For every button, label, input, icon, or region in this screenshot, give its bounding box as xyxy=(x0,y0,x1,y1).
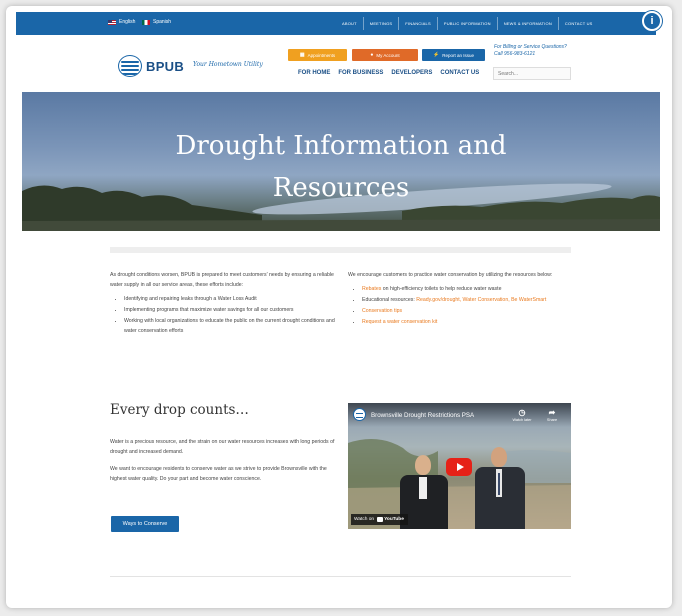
top-nav-public-information[interactable]: PUBLIC INFORMATION xyxy=(436,17,497,30)
list-item: Educational resources: Ready.gov/drought… xyxy=(362,295,572,305)
youtube-label: YouTube xyxy=(384,517,404,522)
channel-avatar[interactable] xyxy=(353,408,366,421)
language-spanish-label: Spanish xyxy=(153,19,172,25)
appointments-label: Appointments xyxy=(307,52,336,58)
watch-later-label: Watch later xyxy=(512,418,532,422)
hero-banner: Drought Information and Resources xyxy=(22,92,660,231)
appointments-button[interactable]: ▦ Appointments xyxy=(288,49,347,61)
left-intro: As drought conditions worsen, BPUB is pr… xyxy=(110,272,334,288)
contact-phone[interactable]: Call 956-983-6121 xyxy=(494,51,567,58)
nav-developers[interactable]: DEVELOPERS xyxy=(391,70,432,76)
list-item: Working with local organizations to educ… xyxy=(124,316,336,336)
video-title[interactable]: Brownsville Drought Restrictions PSA xyxy=(371,412,474,419)
drop-text: Water is a precious resource, and the st… xyxy=(110,437,338,491)
user-icon: ● xyxy=(370,52,374,58)
educational-links[interactable]: Ready.gov/drought, Water Conservation, B… xyxy=(416,297,546,303)
watch-on-youtube-button[interactable]: Watch on YouTube xyxy=(351,514,408,525)
conservation-tips-link[interactable]: Conservation tips xyxy=(362,308,402,314)
top-nav-contact-us[interactable]: CONTACT US xyxy=(557,17,599,30)
my-account-button[interactable]: ● My Account xyxy=(352,49,418,61)
efforts-list: Identifying and repairing leaks through … xyxy=(110,294,336,336)
drop-paragraph-2: We want to encourage residents to conser… xyxy=(110,466,327,482)
youtube-logo-icon: YouTube xyxy=(377,517,404,522)
top-nav: ABOUT MEETINGS FINANCIALS PUBLIC INFORMA… xyxy=(336,12,599,35)
search-input[interactable] xyxy=(493,67,571,80)
video-person-man xyxy=(470,443,530,529)
page-title: Drought Information and Resources xyxy=(22,125,660,209)
top-nav-about[interactable]: ABOUT xyxy=(336,17,363,30)
video-embed[interactable]: Brownsville Drought Restrictions PSA ◷ Wa… xyxy=(348,403,571,529)
top-bar: English Spanish ABOUT MEETINGS FINANCIAL… xyxy=(16,12,656,35)
report-issue-button[interactable]: ⚡ Report an Issue xyxy=(422,49,485,61)
section-divider xyxy=(110,247,571,253)
share-button[interactable]: ➦ Share xyxy=(540,408,564,422)
page-title-line-2: Resources xyxy=(272,173,410,203)
rebates-text: on high-efficiency toilets to help reduc… xyxy=(381,286,502,292)
language-english[interactable]: English xyxy=(108,19,135,25)
us-flag-icon xyxy=(108,19,116,25)
bolt-icon: ⚡ xyxy=(432,52,440,58)
logo[interactable]: BPUB xyxy=(118,55,184,77)
footer-divider xyxy=(110,576,571,577)
tagline: Your Hometown Utility xyxy=(193,61,263,68)
list-item: Request a water conservation kit xyxy=(362,317,572,327)
language-english-label: English xyxy=(119,19,136,25)
list-item: Rebates on high-efficiency toilets to he… xyxy=(362,284,572,294)
right-column: We encourage customers to practice water… xyxy=(348,270,572,328)
play-button-icon[interactable] xyxy=(446,458,472,476)
section-heading: Every drop counts… xyxy=(110,402,249,418)
nav-for-business[interactable]: FOR BUSINESS xyxy=(338,70,383,76)
contact-line-1: For Billing or Service Questions? xyxy=(494,44,567,50)
mexico-flag-icon xyxy=(142,19,150,25)
top-nav-meetings[interactable]: MEETINGS xyxy=(362,17,399,30)
nav-for-home[interactable]: FOR HOME xyxy=(298,70,330,76)
educational-text: Educational resources: xyxy=(362,297,417,303)
left-column: As drought conditions worsen, BPUB is pr… xyxy=(110,270,336,337)
ways-to-conserve-button[interactable]: Ways to Conserve xyxy=(111,516,179,532)
list-item: Conservation tips xyxy=(362,306,572,316)
watch-later-button[interactable]: ◷ Watch later xyxy=(510,408,534,422)
drop-paragraph-1: Water is a precious resource, and the st… xyxy=(110,439,335,455)
nav-contact-us[interactable]: CONTACT US xyxy=(440,70,479,76)
calendar-icon: ▦ xyxy=(299,52,305,58)
contact-info: For Billing or Service Questions? Call 9… xyxy=(494,44,567,58)
accessibility-icon[interactable]: i xyxy=(642,11,662,31)
resources-list: Rebates on high-efficiency toilets to he… xyxy=(348,284,572,327)
top-nav-financials[interactable]: FINANCIALS xyxy=(398,17,437,30)
main-nav: FOR HOME FOR BUSINESS DEVELOPERS CONTACT… xyxy=(298,70,479,76)
right-intro: We encourage customers to practice water… xyxy=(348,272,553,278)
share-icon: ➦ xyxy=(548,408,556,417)
top-nav-news-information[interactable]: NEWS & INFORMATION xyxy=(496,17,558,30)
my-account-label: My Account xyxy=(376,52,400,58)
clock-icon: ◷ xyxy=(518,408,526,417)
logo-text: BPUB xyxy=(146,58,185,74)
page-title-line-1: Drought Information and xyxy=(175,131,507,161)
conservation-kit-link[interactable]: Request a water conservation kit xyxy=(362,319,437,325)
report-issue-label: Report an Issue xyxy=(442,52,474,58)
language-spanish[interactable]: Spanish xyxy=(142,19,171,25)
water-wave-icon xyxy=(118,55,142,77)
accessibility-glyph: i xyxy=(650,15,654,27)
list-item: Identifying and repairing leaks through … xyxy=(124,294,336,304)
watch-on-label: Watch on xyxy=(354,517,375,522)
share-label: Share xyxy=(546,418,558,422)
list-item: Implementing programs that maximize wate… xyxy=(124,305,336,315)
rebates-link[interactable]: Rebates xyxy=(362,286,381,292)
